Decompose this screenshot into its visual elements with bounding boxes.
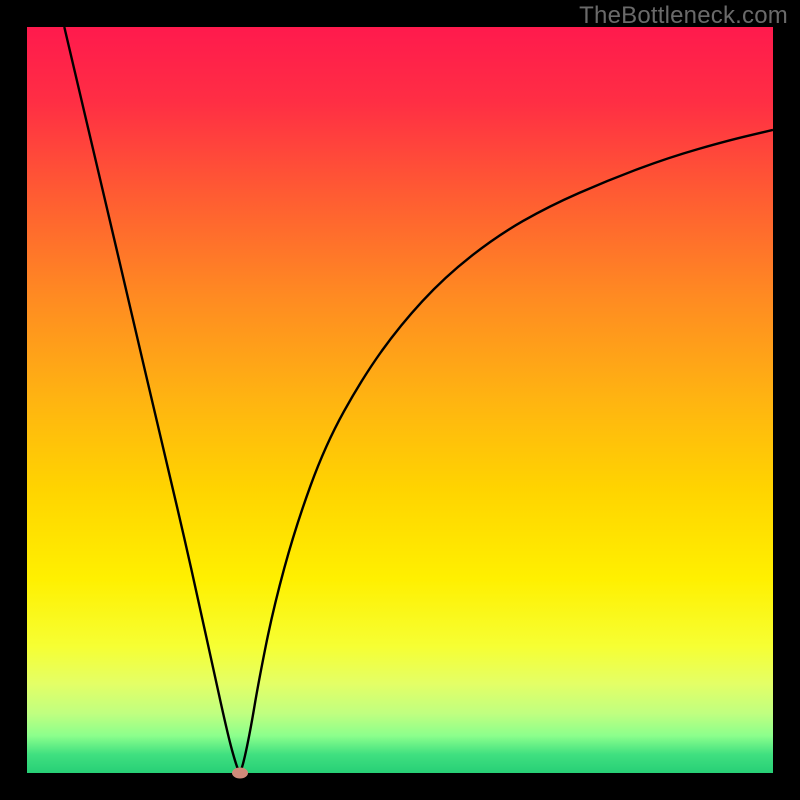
minimum-marker: [232, 768, 248, 779]
chart-svg: [27, 27, 773, 773]
chart-frame: TheBottleneck.com: [0, 0, 800, 800]
watermark-text: TheBottleneck.com: [579, 2, 788, 30]
plot-area: [27, 27, 773, 773]
gradient-rect: [27, 27, 773, 773]
